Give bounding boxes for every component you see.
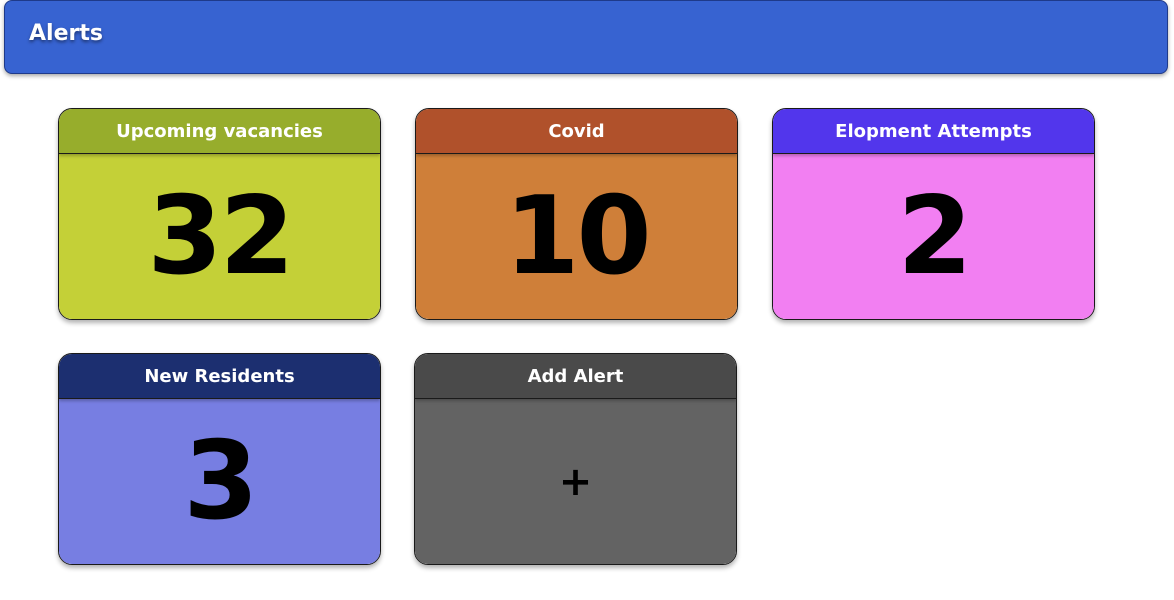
card-elopement-attempts[interactable]: Elopment Attempts 2 — [772, 108, 1095, 320]
alerts-header: Alerts — [4, 0, 1168, 74]
card-title: Covid — [416, 109, 737, 154]
card-new-residents[interactable]: New Residents 3 — [58, 353, 381, 565]
card-upcoming-vacancies[interactable]: Upcoming vacancies 32 — [58, 108, 381, 320]
card-title: New Residents — [59, 354, 380, 399]
card-covid[interactable]: Covid 10 — [415, 108, 738, 320]
add-alert-button[interactable]: Add Alert + — [414, 353, 737, 565]
card-count: 3 — [183, 419, 258, 544]
card-title: Elopment Attempts — [773, 109, 1094, 154]
card-count: 32 — [147, 174, 294, 299]
page-title: Alerts — [29, 21, 103, 46]
plus-icon: + — [558, 459, 593, 505]
card-count: 2 — [897, 174, 972, 299]
card-count: 10 — [504, 174, 651, 299]
card-title: Add Alert — [415, 354, 736, 399]
card-title: Upcoming vacancies — [59, 109, 380, 154]
